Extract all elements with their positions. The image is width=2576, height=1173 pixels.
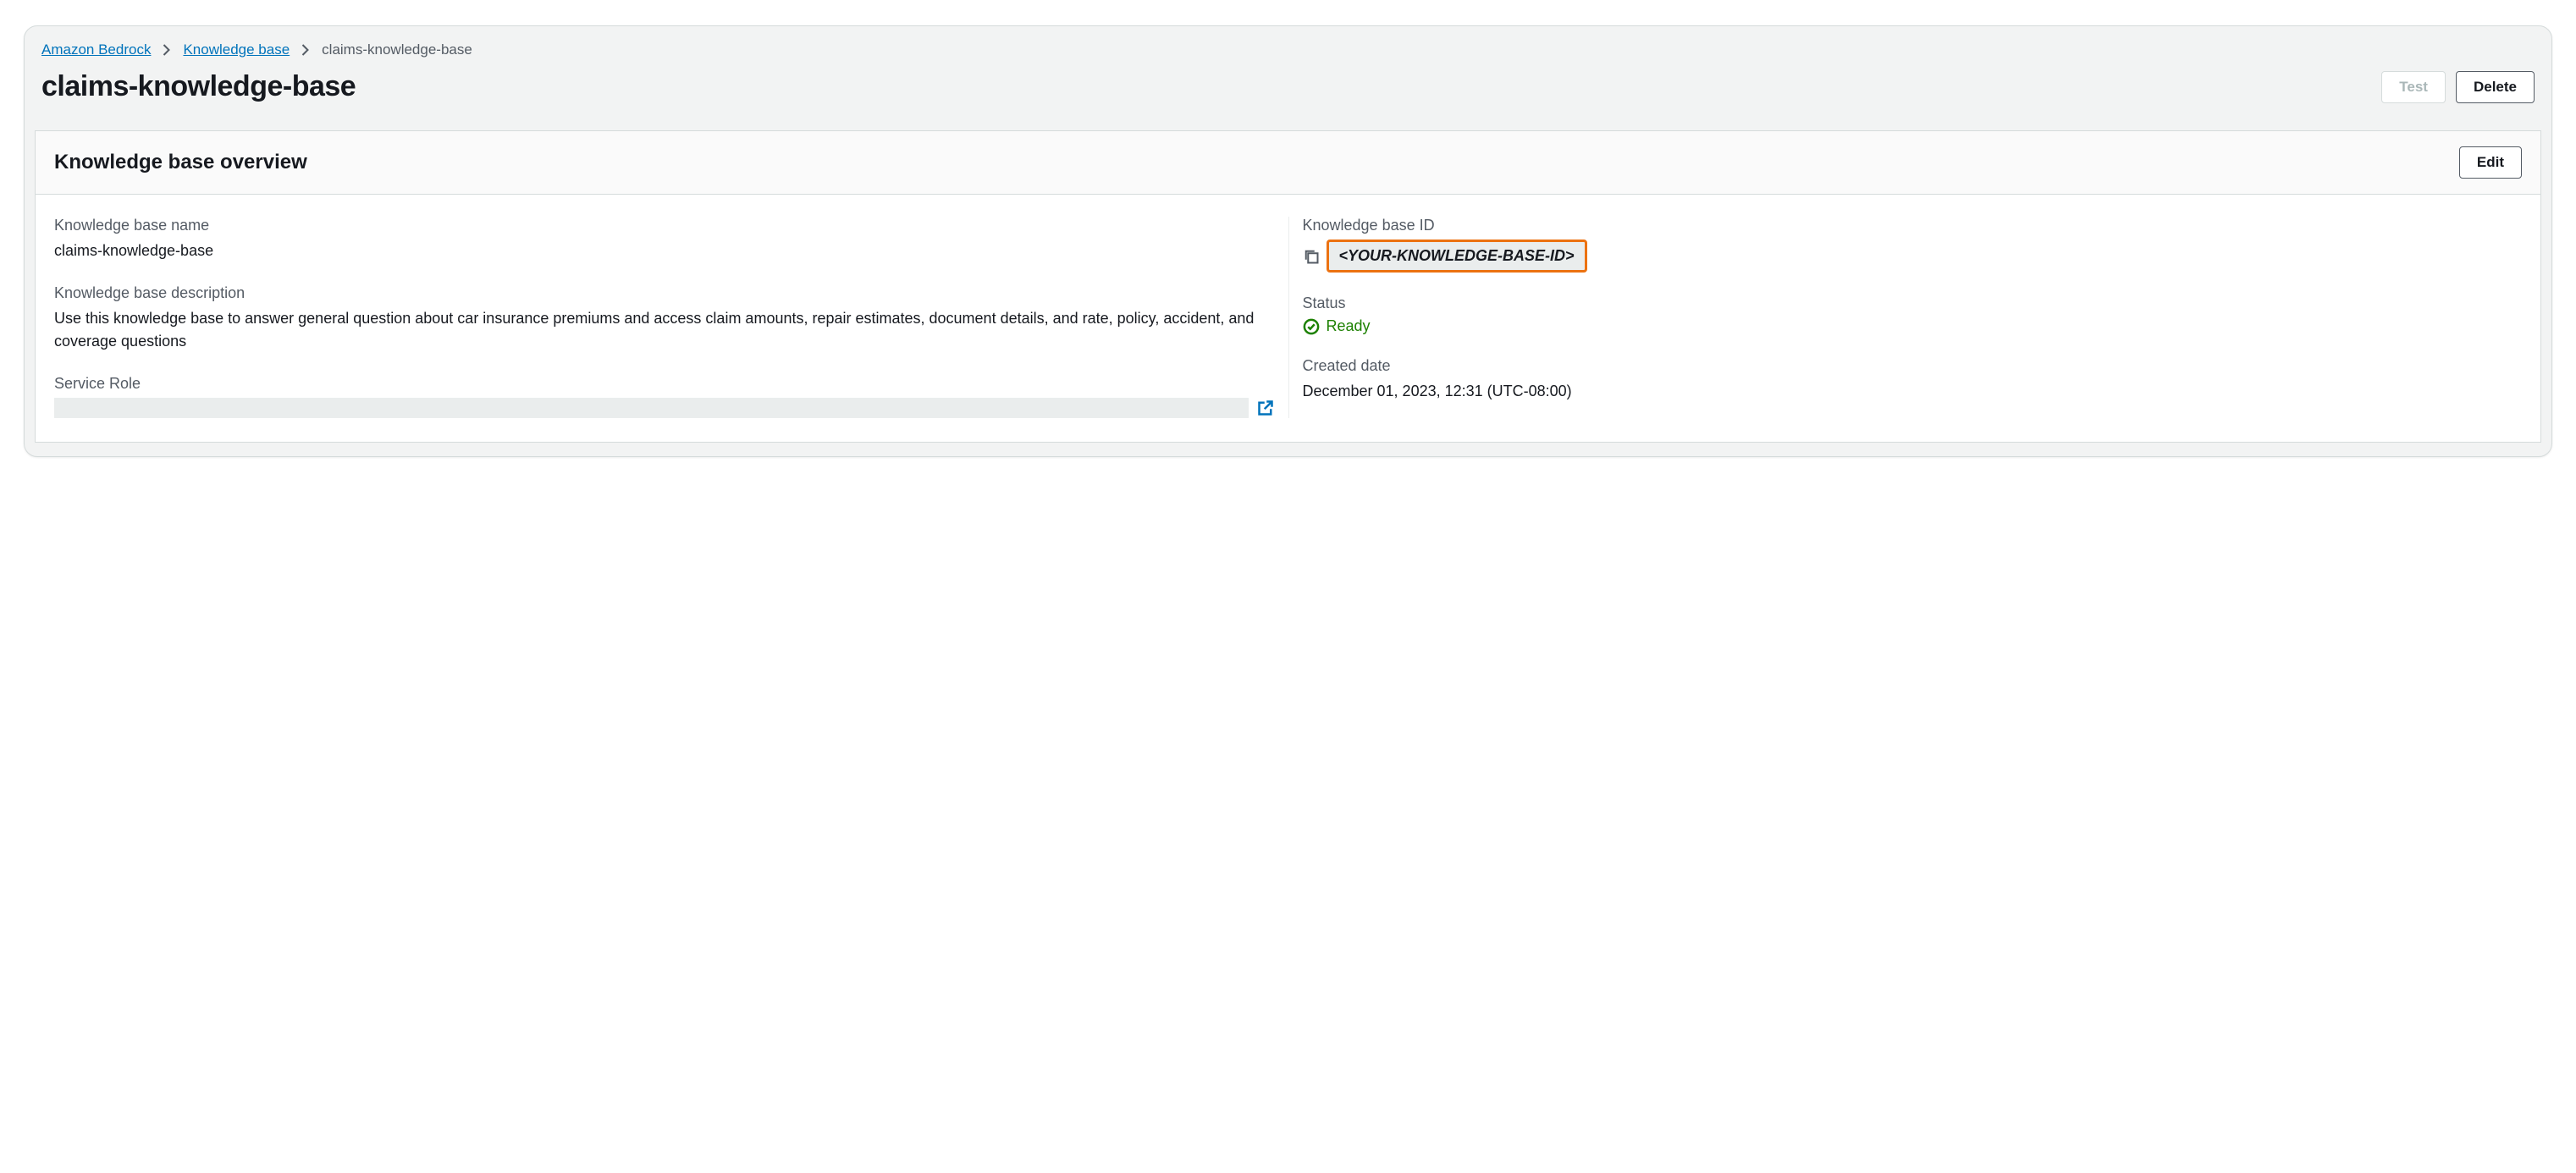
- breadcrumb-link-knowledge-base[interactable]: Knowledge base: [183, 41, 290, 58]
- overview-left-column: Knowledge base name claims-knowledge-bas…: [54, 217, 1274, 418]
- header-actions: Test Delete: [2381, 71, 2535, 103]
- overview-card-header: Knowledge base overview Edit: [36, 131, 2540, 195]
- created-date-value: December 01, 2023, 12:31 (UTC-08:00): [1303, 380, 2523, 403]
- service-role-label: Service Role: [54, 375, 1274, 393]
- breadcrumb-link-bedrock[interactable]: Amazon Bedrock: [41, 41, 151, 58]
- copy-icon[interactable]: [1303, 248, 1320, 265]
- breadcrumb: Amazon Bedrock Knowledge base claims-kno…: [25, 26, 2551, 58]
- status-value: Ready: [1327, 317, 1371, 335]
- service-role-value-redacted: [54, 398, 1249, 418]
- status-badge: Ready: [1303, 317, 2523, 335]
- created-date-field: Created date December 01, 2023, 12:31 (U…: [1303, 357, 2523, 403]
- created-date-label: Created date: [1303, 357, 2523, 375]
- overview-section-title: Knowledge base overview: [54, 151, 307, 174]
- status-label: Status: [1303, 295, 2523, 312]
- edit-button[interactable]: Edit: [2459, 146, 2522, 179]
- kb-name-label: Knowledge base name: [54, 217, 1274, 234]
- kb-id-label: Knowledge base ID: [1303, 217, 2523, 234]
- page-header: claims-knowledge-base Test Delete: [25, 58, 2551, 130]
- kb-id-value: <YOUR-KNOWLEDGE-BASE-ID>: [1327, 240, 1587, 273]
- status-field: Status Ready: [1303, 295, 2523, 335]
- page-title: claims-knowledge-base: [41, 70, 356, 103]
- knowledge-base-panel: Amazon Bedrock Knowledge base claims-kno…: [24, 25, 2552, 457]
- kb-name-value: claims-knowledge-base: [54, 240, 1274, 262]
- check-circle-icon: [1303, 318, 1320, 335]
- overview-card: Knowledge base overview Edit Knowledge b…: [35, 130, 2541, 443]
- kb-description-field: Knowledge base description Use this know…: [54, 284, 1274, 353]
- test-button[interactable]: Test: [2381, 71, 2446, 103]
- delete-button[interactable]: Delete: [2456, 71, 2535, 103]
- external-link-icon[interactable]: [1257, 399, 1274, 416]
- overview-card-body: Knowledge base name claims-knowledge-bas…: [36, 195, 2540, 442]
- service-role-field: Service Role: [54, 375, 1274, 418]
- overview-right-column: Knowledge base ID <YOUR-KNOWLEDGE-BASE-I…: [1303, 217, 2523, 418]
- breadcrumb-current: claims-knowledge-base: [322, 41, 472, 58]
- kb-description-value: Use this knowledge base to answer genera…: [54, 307, 1274, 353]
- kb-name-field: Knowledge base name claims-knowledge-bas…: [54, 217, 1274, 262]
- chevron-right-icon: [163, 44, 171, 56]
- chevron-right-icon: [301, 44, 310, 56]
- kb-description-label: Knowledge base description: [54, 284, 1274, 302]
- kb-id-field: Knowledge base ID <YOUR-KNOWLEDGE-BASE-I…: [1303, 217, 2523, 273]
